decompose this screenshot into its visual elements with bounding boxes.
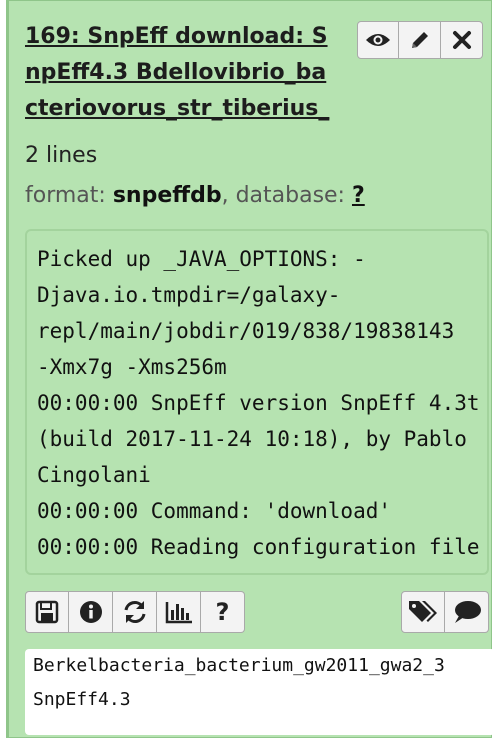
tags-button[interactable]: [401, 591, 445, 633]
view-button[interactable]: [357, 21, 399, 59]
dataset-title[interactable]: 169: SnpEff download: SnpEff4.3 Bdellovi…: [25, 19, 335, 127]
peek-line: Picked up _JAVA_OPTIONS: -: [37, 247, 366, 271]
format-label: format:: [25, 183, 106, 208]
peek-line: Cingolani: [37, 463, 151, 487]
help-button[interactable]: ?: [201, 591, 245, 633]
help-icon: ?: [215, 598, 230, 626]
info-line: Berkelbacteria_bacterium_gw2011_gwa2_3: [33, 655, 445, 676]
dataset-peek: Picked up _JAVA_OPTIONS: - Djava.io.tmpd…: [25, 229, 489, 575]
pencil-icon: [411, 32, 428, 48]
database-label: , database:: [221, 183, 345, 208]
comment-button[interactable]: [445, 591, 489, 633]
visualize-button[interactable]: [157, 591, 201, 633]
chart-icon: [165, 602, 192, 624]
close-icon: [452, 31, 471, 49]
info-button[interactable]: [69, 591, 113, 633]
format-info: format: snpeffdb, database: ?: [25, 183, 365, 208]
rerun-icon: [124, 601, 145, 623]
peek-line: -Xmx7g -Xms256m: [37, 355, 227, 379]
tag-comment-actions: [401, 591, 489, 633]
peek-line: 00:00:00 Command: 'download': [37, 499, 392, 523]
peek-line: Djava.io.tmpdir=/galaxy-: [37, 283, 341, 307]
peek-line: 00:00:00 Reading configuration file: [37, 535, 480, 559]
download-button[interactable]: [25, 591, 69, 633]
tags-icon: [409, 601, 437, 622]
peek-line: 00:00:00 SnpEff version SnpEff 4.3t: [37, 391, 480, 415]
eye-icon: [366, 34, 390, 46]
line-count: 2 lines: [25, 143, 98, 168]
format-value: snpeffdb: [112, 183, 222, 208]
info-icon: [79, 601, 102, 623]
edit-button[interactable]: [399, 21, 441, 59]
comment-icon: [454, 601, 481, 623]
rerun-button[interactable]: [113, 591, 157, 633]
save-icon: [35, 600, 59, 624]
delete-button[interactable]: [441, 21, 483, 59]
peek-text: Picked up _JAVA_OPTIONS: - Djava.io.tmpd…: [37, 241, 480, 565]
dataset-actions: ?: [25, 591, 245, 633]
peek-line: repl/main/jobdir/019/838/19838143: [37, 319, 455, 343]
database-value[interactable]: ?: [352, 183, 365, 208]
info-line: SnpEff4.3: [33, 689, 131, 710]
title-button-group: [357, 21, 483, 59]
dataset-info: Berkelbacteria_bacterium_gw2011_gwa2_3 S…: [25, 649, 495, 735]
dataset-item: 169: SnpEff download: SnpEff4.3 Bdellovi…: [6, 0, 495, 738]
peek-line: (build 2017-11-24 10:18), by Pablo: [37, 427, 467, 451]
